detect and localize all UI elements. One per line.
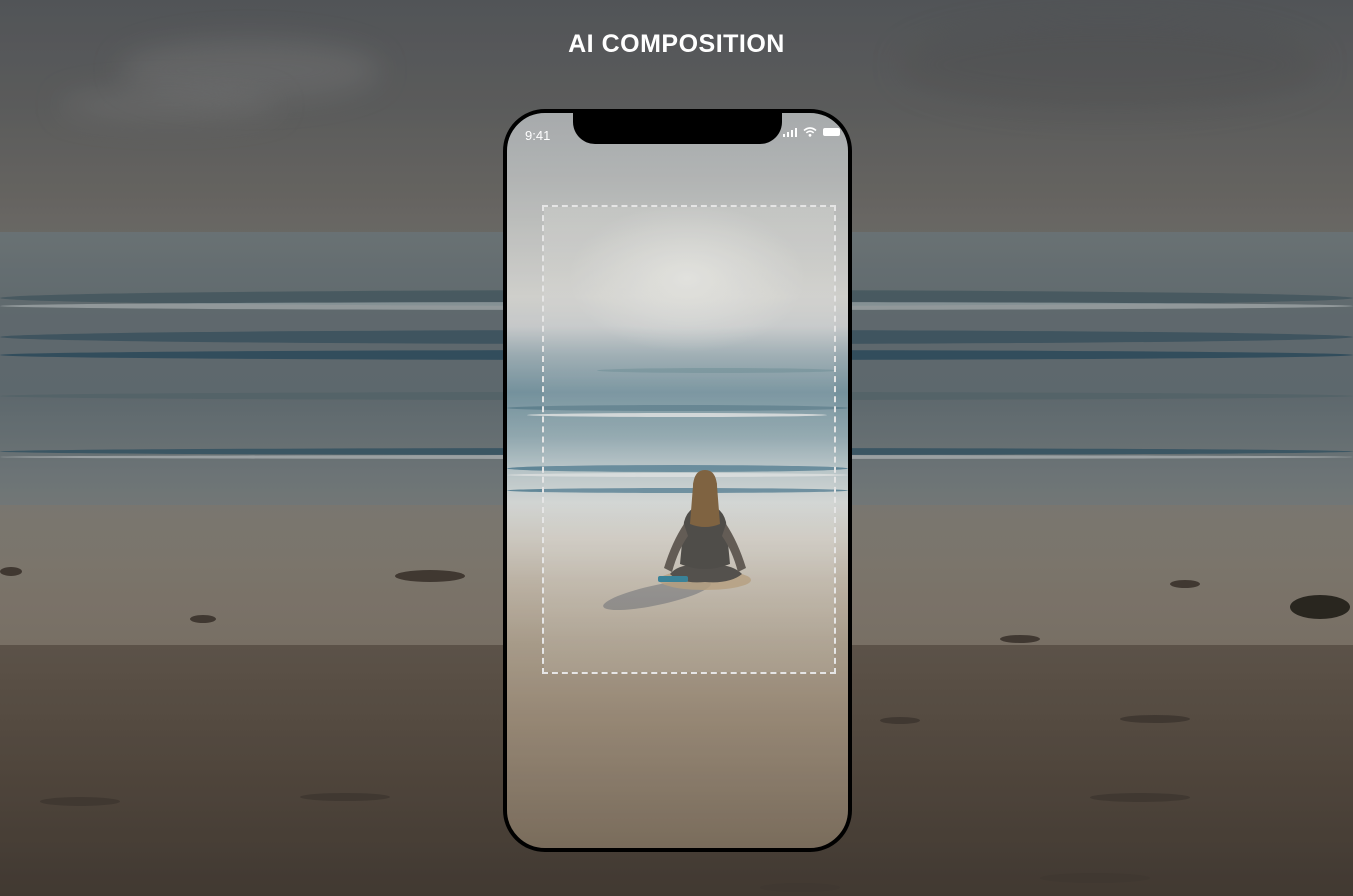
status-time: 9:41	[525, 128, 551, 143]
battery-icon	[823, 128, 840, 136]
page-title: AI COMPOSITION	[568, 30, 785, 58]
phone-notch	[573, 113, 782, 144]
ai-composition-stage: AI COMPOSITION 9:41	[0, 0, 1353, 896]
status-icons	[782, 127, 840, 137]
wifi-icon	[803, 127, 817, 137]
phone-screen-overlay	[507, 113, 848, 848]
phone-mockup: 9:41	[503, 109, 852, 852]
cellular-signal-icon	[782, 127, 797, 137]
